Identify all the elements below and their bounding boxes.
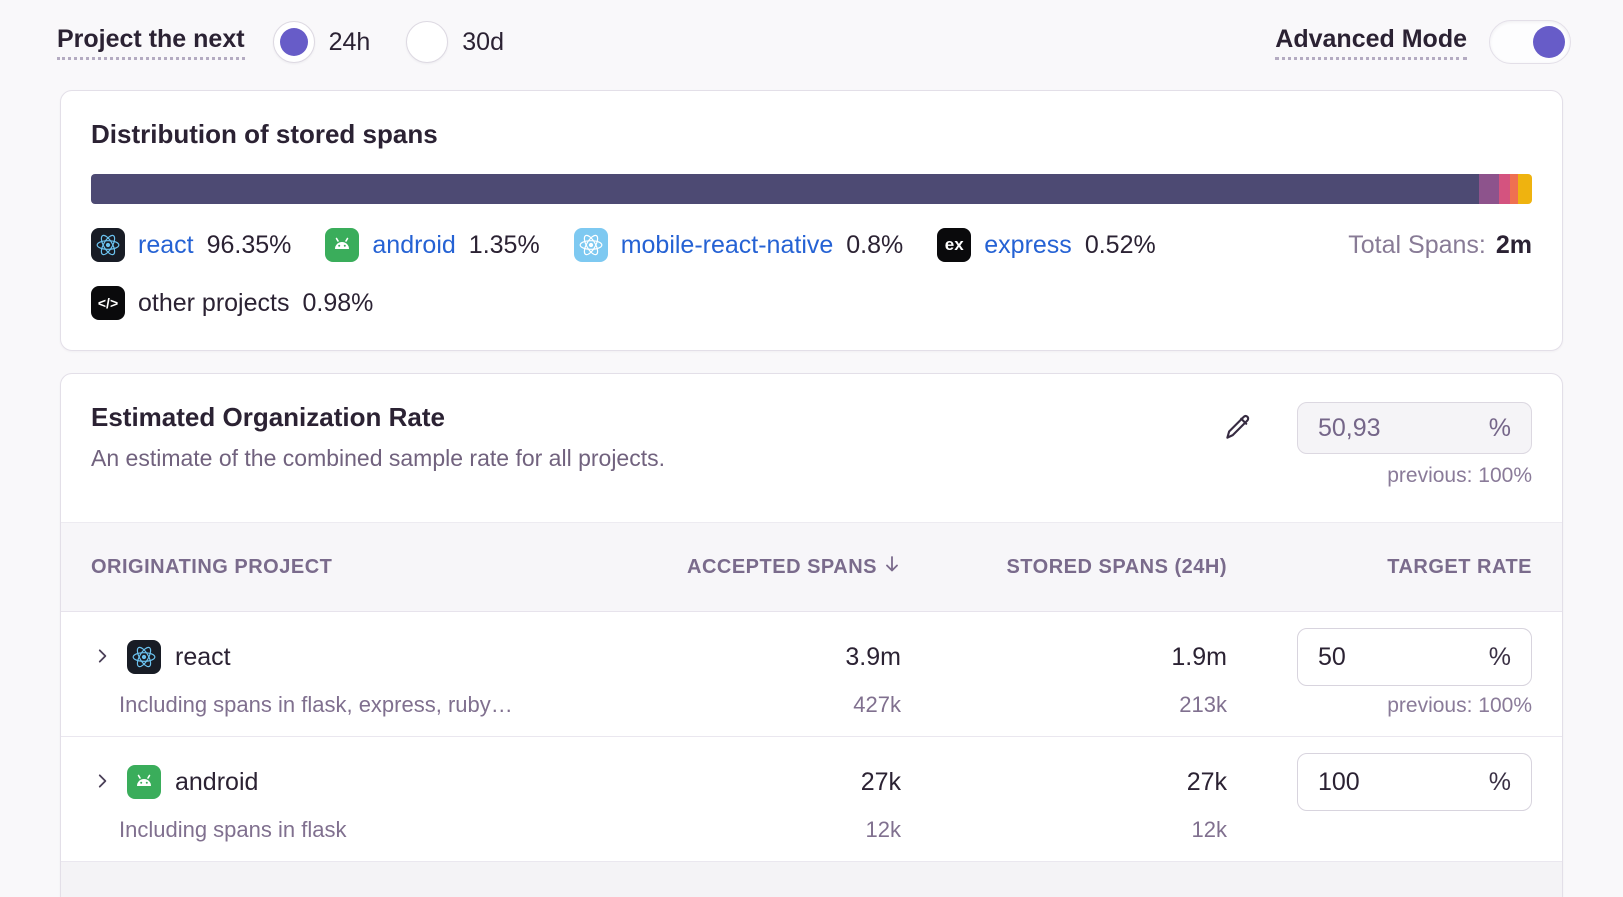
- code-icon: </>: [91, 286, 125, 320]
- express-icon: ex: [937, 228, 971, 262]
- pencil-icon: [1223, 412, 1253, 445]
- total-spans: Total Spans: 2m: [1348, 231, 1532, 260]
- react-native-icon: [574, 228, 608, 262]
- accepted-spans-subvalue: 12k: [601, 817, 901, 843]
- bar-segment-mobile-react-native[interactable]: [1499, 174, 1511, 204]
- accepted-spans-value: 3.9m: [601, 628, 901, 686]
- top-controls: Project the next 24h 30d Advanced Mode: [0, 0, 1623, 66]
- legend-link-react[interactable]: react: [138, 231, 194, 260]
- percent-suffix: %: [1489, 768, 1511, 797]
- stored-spans-value: 27k: [901, 753, 1227, 811]
- expand-android-button[interactable]: [91, 770, 113, 795]
- project-subtext: Including spans in flask: [91, 817, 601, 843]
- legend-pct-express: 0.52%: [1085, 231, 1156, 260]
- radio-30d-circle[interactable]: [406, 21, 448, 63]
- expand-react-button[interactable]: [91, 645, 113, 670]
- period-radio-group: 24h 30d: [273, 21, 526, 63]
- radio-24h-circle[interactable]: [273, 21, 315, 63]
- legend-pct-react: 96.35%: [207, 231, 292, 260]
- org-rate-input[interactable]: [1318, 414, 1438, 443]
- header-accepted-spans[interactable]: ACCEPTED SPANS: [601, 554, 901, 580]
- react-icon: [127, 640, 161, 674]
- org-rate-percent-suffix: %: [1489, 414, 1511, 443]
- legend-pct-other-projects: 0.98%: [302, 289, 373, 318]
- legend-item-android: android 1.35%: [325, 228, 539, 262]
- android-icon: [325, 228, 359, 262]
- legend-link-express[interactable]: express: [984, 231, 1072, 260]
- distribution-card: Distribution of stored spans react 96.35…: [60, 90, 1563, 351]
- legend-item-other-projects: </> other projects 0.98%: [91, 286, 373, 320]
- edit-rate-button[interactable]: [1219, 408, 1257, 449]
- radio-24h-label: 24h: [329, 28, 371, 57]
- header-target-rate: TARGET RATE: [1227, 556, 1532, 579]
- target-rate-input-android[interactable]: [1318, 768, 1428, 797]
- legend-item-react: react 96.35%: [91, 228, 291, 262]
- target-rate-input-box: %: [1297, 753, 1532, 811]
- table-row-react: react Including spans in flask, express,…: [61, 612, 1562, 737]
- toggle-knob: [1533, 26, 1565, 58]
- total-spans-value: 2m: [1496, 231, 1532, 260]
- project-name: android: [175, 768, 258, 797]
- org-rate-previous: previous: 100%: [1387, 464, 1532, 488]
- legend-pct-mobile-react-native: 0.8%: [846, 231, 903, 260]
- org-rate-header: Estimated Organization Rate An estimate …: [61, 374, 1562, 522]
- target-rate-previous: previous: 100%: [1387, 694, 1532, 718]
- bar-segment-react[interactable]: [91, 174, 1479, 204]
- accepted-spans-value: 27k: [601, 753, 901, 811]
- next-row-partial: [61, 862, 1562, 897]
- bar-segment-other-projects[interactable]: [1518, 174, 1532, 204]
- total-spans-label: Total Spans:: [1348, 231, 1486, 260]
- bar-segment-express[interactable]: [1510, 174, 1518, 204]
- table-row-android: android Including spans in flask 27k 12k…: [61, 737, 1562, 862]
- org-rate-title: Estimated Organization Rate: [91, 402, 665, 433]
- org-rate-description: An estimate of the combined sample rate …: [91, 445, 665, 472]
- radio-30d[interactable]: 30d: [406, 21, 504, 63]
- legend-item-mobile-react-native: mobile-react-native 0.8%: [574, 228, 904, 262]
- react-icon: [91, 228, 125, 262]
- stored-spans-value: 1.9m: [901, 628, 1227, 686]
- distribution-bar: [91, 174, 1532, 204]
- target-rate-input-box: %: [1297, 628, 1532, 686]
- project-subtext: Including spans in flask, express, ruby…: [91, 692, 601, 718]
- distribution-title: Distribution of stored spans: [91, 119, 1532, 150]
- sort-down-icon: [883, 554, 901, 580]
- stored-spans-subvalue: 213k: [901, 692, 1227, 718]
- legend-link-mobile-react-native[interactable]: mobile-react-native: [621, 231, 834, 260]
- advanced-mode-label: Advanced Mode: [1275, 25, 1467, 60]
- org-rate-card: Estimated Organization Rate An estimate …: [60, 373, 1563, 897]
- table-header-row: ORIGINATING PROJECT ACCEPTED SPANS STORE…: [61, 522, 1562, 612]
- header-originating-project: ORIGINATING PROJECT: [91, 556, 601, 579]
- chevron-right-icon: [93, 647, 111, 668]
- advanced-mode-toggle[interactable]: [1489, 20, 1571, 64]
- legend-row-1: react 96.35% android 1.35% mobile-react-…: [91, 228, 1532, 262]
- legend-pct-android: 1.35%: [469, 231, 540, 260]
- legend-item-express: ex express 0.52%: [937, 228, 1155, 262]
- stored-spans-subvalue: 12k: [901, 817, 1227, 843]
- org-rate-input-box: %: [1297, 402, 1532, 454]
- project-next-label: Project the next: [57, 25, 245, 60]
- header-stored-spans: STORED SPANS (24H): [901, 556, 1227, 579]
- radio-24h[interactable]: 24h: [273, 21, 371, 63]
- legend-link-android[interactable]: android: [372, 231, 455, 260]
- radio-30d-label: 30d: [462, 28, 504, 57]
- android-icon: [127, 765, 161, 799]
- legend-label-other-projects: other projects: [138, 289, 289, 318]
- target-rate-input-react[interactable]: [1318, 643, 1428, 672]
- header-accepted-spans-label: ACCEPTED SPANS: [687, 556, 877, 579]
- bar-segment-android[interactable]: [1479, 174, 1498, 204]
- chevron-right-icon: [93, 772, 111, 793]
- legend-row-2: </> other projects 0.98%: [91, 286, 1532, 320]
- project-name: react: [175, 643, 231, 672]
- percent-suffix: %: [1489, 643, 1511, 672]
- accepted-spans-subvalue: 427k: [601, 692, 901, 718]
